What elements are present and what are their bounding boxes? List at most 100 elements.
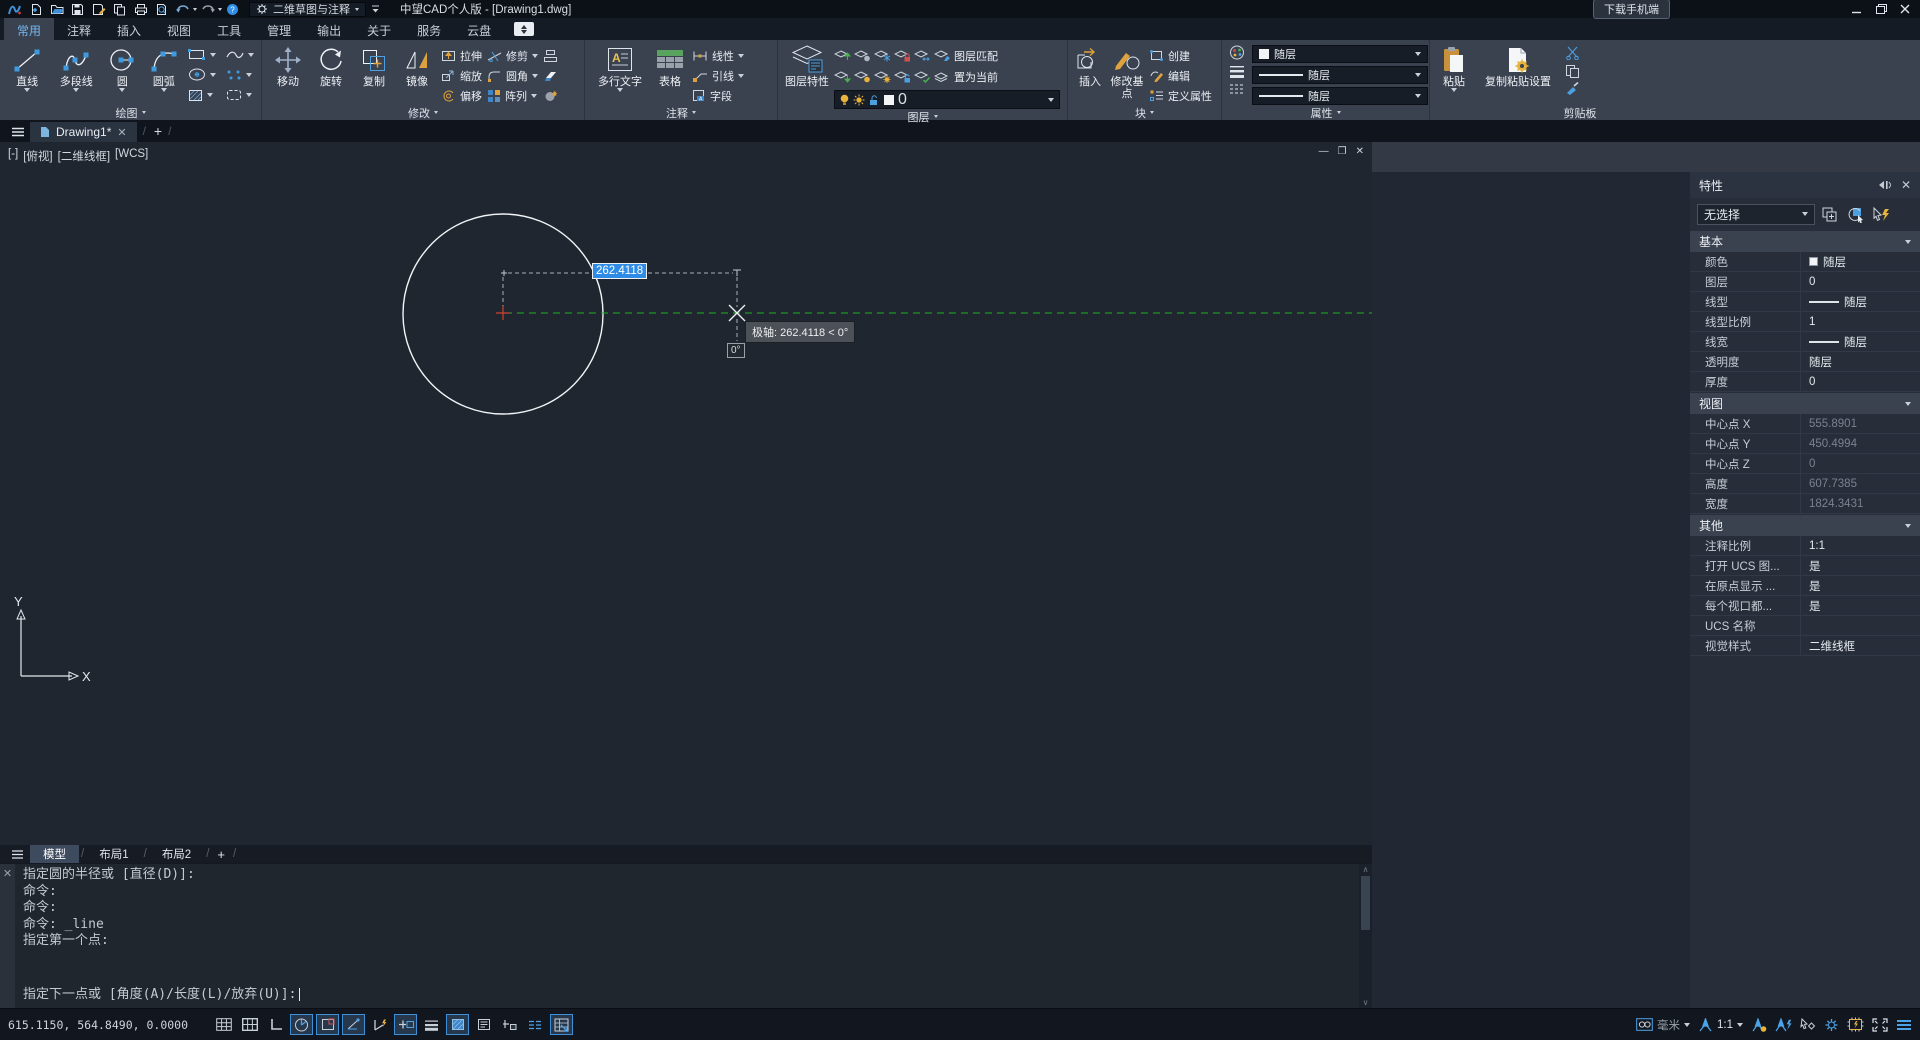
select-objects-icon[interactable] (1845, 206, 1865, 223)
layout-tab-model[interactable]: 模型 (30, 845, 79, 863)
workspace-menu-icon[interactable] (371, 5, 380, 13)
boundary-button[interactable] (226, 86, 254, 105)
ribbon-tab-tools[interactable]: 工具 (204, 18, 254, 40)
prop-row-color[interactable]: 颜色 随层 (1690, 252, 1920, 272)
doc-tabs-menu-icon[interactable] (6, 122, 30, 142)
ribbon-tab-about[interactable]: 关于 (354, 18, 404, 40)
layer-lock-icon[interactable] (894, 49, 911, 62)
layer-properties-button[interactable]: 图层特性 (785, 43, 829, 109)
viewport-view-control[interactable]: [俯视] (23, 148, 52, 164)
rectangle-caret-icon[interactable] (210, 53, 216, 57)
scroll-down-icon[interactable]: ∨ (1363, 998, 1369, 1007)
array-button[interactable]: 阵列 (487, 86, 538, 105)
save-as-icon[interactable] (89, 1, 108, 17)
section-misc[interactable]: 其他 (1690, 515, 1920, 536)
download-mobile-button[interactable]: 下载手机端 (1593, 0, 1670, 19)
command-prompt[interactable]: 指定下一点或 [角度(A)/长度(L)/放弃(U)]: (23, 987, 296, 1004)
layout-tab-layout2[interactable]: 布局2 (149, 845, 204, 863)
lineweight-list-icon[interactable] (1229, 64, 1245, 78)
prop-row-ucs-per-viewport[interactable]: 每个视口都... 是 (1690, 596, 1920, 616)
prop-row-annotation-scale[interactable]: 注释比例 1:1 (1690, 536, 1920, 556)
mtext-button[interactable]: A 多行文字 (592, 43, 648, 105)
layer-plain-icon[interactable] (934, 70, 951, 83)
polar-toggle[interactable] (290, 1014, 313, 1035)
preview-icon[interactable] (152, 1, 171, 17)
prop-row-center-y[interactable]: 中心点 Y 450.4994 (1690, 434, 1920, 454)
redo-caret-icon[interactable] (218, 8, 222, 11)
panel-label-block[interactable]: 块 (1068, 105, 1221, 120)
redo-icon[interactable] (198, 1, 217, 17)
linetype-dropdown[interactable]: 随层 (1252, 87, 1428, 105)
annotation-scale-control[interactable]: 1:1 (1698, 1018, 1743, 1032)
point-caret-icon[interactable] (246, 73, 252, 77)
prop-row-thickness[interactable]: 厚度 0 (1690, 372, 1920, 392)
panel-label-clipboard[interactable]: 剪贴板 (1430, 105, 1730, 120)
copy-paste-settings-button[interactable]: 复制粘贴设置 (1476, 43, 1560, 105)
prop-row-layer[interactable]: 图层 0 (1690, 272, 1920, 292)
prop-row-center-z[interactable]: 中心点 Z 0 (1690, 454, 1920, 474)
layer-thaw-icon[interactable] (874, 70, 891, 83)
command-window[interactable]: ✕ 指定圆的半径或 [直径(D)]: 命令: 命令: 命令: _line 指定第… (0, 863, 1372, 1008)
viewport-wcs-control[interactable]: [WCS] (115, 148, 148, 164)
mirror-button[interactable]: 镜像 (398, 43, 436, 105)
ribbon-tab-insert[interactable]: 插入 (104, 18, 154, 40)
annotation-monitor-toggle[interactable] (498, 1014, 521, 1035)
quick-select-icon[interactable] (1821, 206, 1839, 223)
quick-properties-toggle[interactable] (472, 1014, 495, 1035)
panel-label-annotate[interactable]: 注释 (585, 105, 777, 120)
set-current-label[interactable]: 置为当前 (954, 69, 998, 85)
lineweight-dropdown[interactable]: 随层 (1252, 66, 1428, 84)
layer-move-up-icon[interactable] (834, 49, 851, 62)
copy-icon[interactable] (110, 1, 129, 17)
color-palette-icon[interactable] (1229, 45, 1245, 60)
undo-caret-icon[interactable] (193, 8, 197, 11)
dynamic-dimension-input[interactable]: 262.4118 (592, 263, 647, 279)
dynamic-input-toggle[interactable] (394, 1014, 417, 1035)
toggle-pickadd-icon[interactable] (1871, 206, 1891, 223)
layout-tab-layout1[interactable]: 布局1 (86, 845, 141, 863)
ribbon-tab-service[interactable]: 服务 (404, 18, 454, 40)
section-view[interactable]: 视图 (1690, 393, 1920, 414)
prop-row-visual-style[interactable]: 视觉样式 二维线框 (1690, 636, 1920, 656)
panel-label-draw[interactable]: 绘图 (0, 105, 261, 120)
arc-caret-icon[interactable] (161, 88, 167, 92)
spline-caret-icon[interactable] (248, 53, 254, 57)
undo-icon[interactable] (173, 1, 192, 17)
circle-caret-icon[interactable] (119, 88, 125, 92)
palette-close-icon[interactable]: ✕ (1901, 178, 1911, 192)
panel-label-properties[interactable]: 属性 (1222, 105, 1429, 120)
dynamic-ucs-toggle[interactable] (368, 1014, 391, 1035)
circle-button[interactable]: 圆 (105, 43, 140, 105)
drawing-units-control[interactable]: 毫米 (1636, 1017, 1690, 1033)
viewport-restore-icon[interactable]: ❐ (1338, 147, 1347, 157)
fullscreen-toggle[interactable] (1872, 1018, 1888, 1032)
new-document-tab-icon[interactable]: + (154, 123, 162, 139)
add-layout-icon[interactable]: + (211, 847, 231, 862)
color-dropdown[interactable]: 随层 (1252, 45, 1428, 63)
print-icon[interactable] (131, 1, 150, 17)
rectangle-button[interactable] (188, 45, 216, 64)
lineweight-toggle[interactable] (420, 1014, 443, 1035)
ribbon-collapse-icon[interactable] (514, 22, 534, 36)
polyline-button[interactable]: 多段线 (52, 43, 100, 105)
prop-row-ucs-at-origin[interactable]: 在原点显示 ... 是 (1690, 576, 1920, 596)
ribbon-tab-home[interactable]: 常用 (4, 18, 54, 40)
stretch-button[interactable]: 拉伸 (441, 46, 482, 65)
linear-caret-icon[interactable] (738, 54, 744, 58)
copy-button[interactable]: 复制 (355, 43, 393, 105)
erase-button[interactable] (543, 66, 558, 85)
ribbon-tab-output[interactable]: 输出 (304, 18, 354, 40)
prop-row-linetype-scale[interactable]: 线型比例 1 (1690, 312, 1920, 332)
create-block-button[interactable]: 创建 (1149, 46, 1212, 65)
polyline-caret-icon[interactable] (73, 88, 79, 92)
linear-dimension-button[interactable]: 线性 (692, 46, 744, 65)
arc-button[interactable]: 圆弧 (145, 43, 183, 105)
command-close-icon[interactable]: ✕ (3, 867, 12, 1008)
viewport-visual-style-control[interactable]: [二维线框] (58, 148, 110, 164)
ellipse-button[interactable] (188, 65, 216, 84)
drawing-canvas[interactable] (0, 142, 1372, 845)
boundary-caret-icon[interactable] (246, 93, 252, 97)
copy-clip-icon[interactable] (1565, 64, 1580, 78)
prop-row-width[interactable]: 宽度 1824.3431 (1690, 494, 1920, 514)
line-button[interactable]: 直线 (7, 43, 47, 105)
